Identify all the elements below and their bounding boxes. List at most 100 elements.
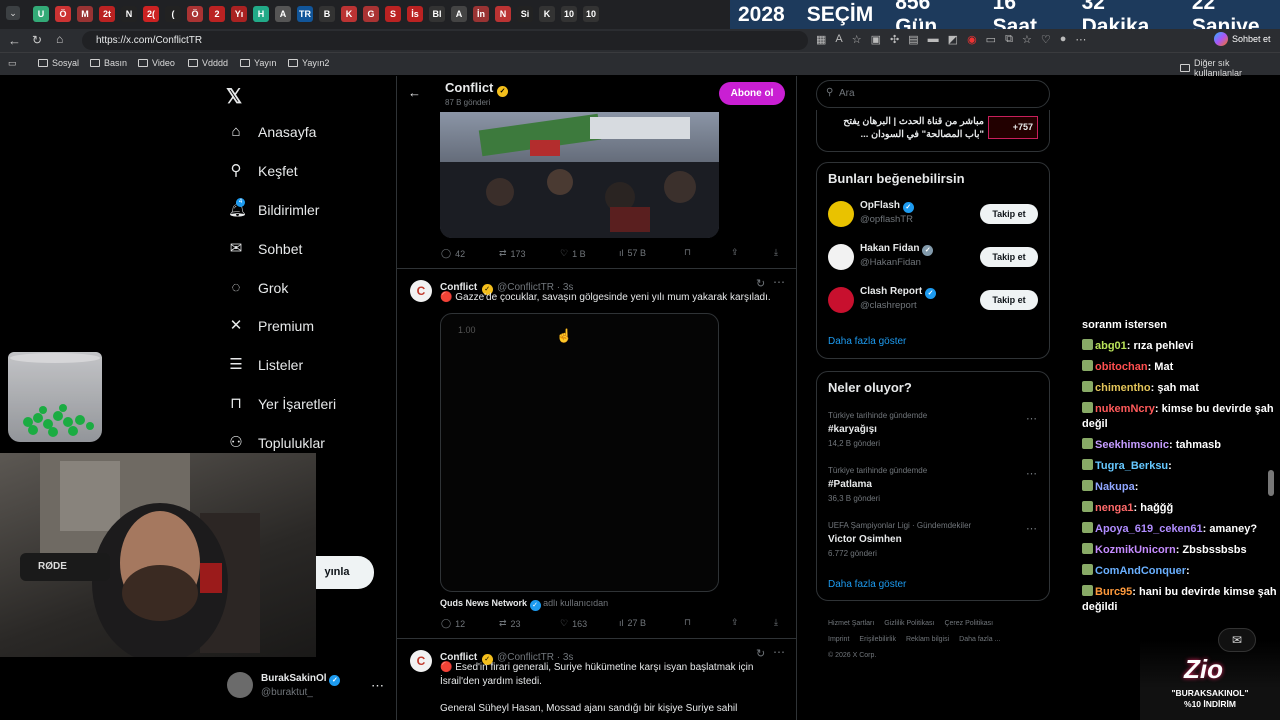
bookmark-folder[interactable]: Video: [138, 58, 175, 68]
reply-action[interactable]: ◯ 12: [441, 618, 465, 629]
other-bookmarks[interactable]: Diğer sık kullanılanlar: [1180, 58, 1280, 78]
tab-menu-icon[interactable]: ⌄: [6, 6, 20, 20]
trends-show-more-link[interactable]: Daha fazla göster: [828, 579, 906, 590]
bookmark-folder[interactable]: Basın: [90, 58, 127, 68]
nav-item-2[interactable]: ⚲ Keşfet: [228, 163, 298, 180]
tweet-video-player[interactable]: [440, 313, 719, 592]
browser-tab-favicon[interactable]: B: [319, 6, 335, 22]
like-action[interactable]: ♡ 1 B: [560, 248, 586, 259]
browser-tab-favicon[interactable]: 2(: [143, 6, 159, 22]
favorites-icon[interactable]: ☆: [1022, 33, 1032, 46]
browser-tab-favicon[interactable]: Yı: [231, 6, 247, 22]
footer-link[interactable]: Çerez Politikası: [944, 620, 993, 627]
profile-avatar-icon[interactable]: ●: [1060, 33, 1067, 46]
follow-button[interactable]: Takip et: [980, 290, 1038, 310]
browser-tab-favicon[interactable]: A: [451, 6, 467, 22]
reload-icon[interactable]: ↻: [32, 33, 42, 47]
browser-tab-favicon[interactable]: 2: [209, 6, 225, 22]
browser-tab-favicon[interactable]: 2t: [99, 6, 115, 22]
bookmark-action-icon[interactable]: ⊓: [684, 247, 691, 258]
account-avatar[interactable]: [227, 672, 253, 698]
browser-tab-favicon[interactable]: TR: [297, 6, 313, 22]
page-scrollbar[interactable]: [1268, 470, 1274, 496]
tweet-author-avatar[interactable]: C: [410, 280, 432, 302]
nav-item-6[interactable]: ✕ Premium: [228, 318, 314, 335]
suggestion-name-row[interactable]: Clash Report ✓: [860, 286, 937, 299]
browser-tab-favicon[interactable]: N: [495, 6, 511, 22]
tweet-more-icon[interactable]: ⋯: [773, 645, 785, 659]
browser-tab-favicon[interactable]: Ö: [55, 6, 71, 22]
trend-more-icon[interactable]: ⋯: [1026, 412, 1037, 425]
home-browser-icon[interactable]: ⌂: [56, 32, 63, 46]
extension-icon[interactable]: ✣: [890, 33, 899, 46]
browser-tab-favicon[interactable]: Bl: [429, 6, 445, 22]
browser-tab-favicon[interactable]: Si: [517, 6, 533, 22]
tweet-more-icon[interactable]: ⋯: [773, 275, 785, 289]
nav-item-8[interactable]: ⊓ Yer İşaretleri: [228, 396, 336, 413]
bookmark-folder[interactable]: Yayın: [240, 58, 276, 68]
subscribe-button[interactable]: Abone ol: [719, 82, 785, 105]
suggestion-name-row[interactable]: OpFlash ✓: [860, 200, 914, 213]
extension-icon[interactable]: ◩: [948, 33, 958, 46]
account-name-row[interactable]: BurakSakinOl ✓: [261, 673, 341, 686]
browser-tab-favicon[interactable]: A: [275, 6, 291, 22]
download-icon[interactable]: ⤓: [774, 617, 778, 628]
nav-item-7[interactable]: ☰ Listeler: [228, 357, 303, 374]
extension-icon[interactable]: ▬: [928, 33, 939, 46]
grok-analyze-icon[interactable]: ↻: [756, 277, 765, 290]
download-icon[interactable]: ⤓: [774, 247, 778, 258]
split-screen-icon[interactable]: ⧉: [1005, 33, 1013, 46]
share-icon[interactable]: ⇪: [731, 247, 739, 258]
nav-item-9[interactable]: ⚇ Topluluklar: [228, 435, 325, 452]
browser-tab-favicon[interactable]: U: [33, 6, 49, 22]
views-action[interactable]: ıl 57 B: [619, 248, 646, 258]
source-account-name[interactable]: Quds News Network: [440, 598, 527, 608]
trend-name[interactable]: #Patlama: [828, 479, 872, 490]
bookmark-folder[interactable]: Yayın2: [288, 58, 329, 68]
browser-tab-favicon[interactable]: G: [363, 6, 379, 22]
trend-more-icon[interactable]: ⋯: [1026, 467, 1037, 480]
trend-more-icon[interactable]: ⋯: [1026, 522, 1037, 535]
browser-tab-favicon[interactable]: S: [385, 6, 401, 22]
browser-tab-favicon[interactable]: N: [121, 6, 137, 22]
url-field[interactable]: https://x.com/ConflictTR: [82, 31, 808, 50]
grok-analyze-icon[interactable]: ↻: [756, 647, 765, 660]
views-action[interactable]: ıl 27 B: [619, 618, 646, 628]
browser-tab-favicon[interactable]: 10: [561, 6, 577, 22]
extension-icon[interactable]: ▣: [871, 33, 881, 46]
footer-link[interactable]: Gizlilik Politikası: [884, 620, 934, 627]
browser-tab-favicon[interactable]: İs: [407, 6, 423, 22]
x-logo-icon[interactable]: 𝕏: [226, 84, 242, 109]
footer-link[interactable]: Imprint: [828, 636, 849, 643]
like-action[interactable]: ♡ 163: [560, 618, 587, 629]
trend-name[interactable]: Victor Osimhen: [828, 534, 902, 545]
follow-button[interactable]: Takip et: [980, 247, 1038, 267]
browser-tab-favicon[interactable]: 10: [583, 6, 599, 22]
extension-icon[interactable]: ◉: [967, 33, 977, 46]
extension-icon[interactable]: ▦: [816, 33, 826, 46]
messages-drawer-icon[interactable]: ✉: [1218, 628, 1256, 652]
collections-icon[interactable]: ♡: [1041, 33, 1051, 46]
extension-icon[interactable]: ▤: [908, 33, 918, 46]
back-button-icon[interactable]: ←: [408, 85, 421, 100]
footer-link[interactable]: Erişilebilirlik: [859, 636, 896, 643]
more-icon[interactable]: ⋯: [1075, 33, 1086, 46]
suggestion-avatar[interactable]: [828, 244, 854, 270]
footer-link[interactable]: Reklam bilgisi: [906, 636, 949, 643]
browser-tab-favicon[interactable]: M: [77, 6, 93, 22]
share-icon[interactable]: ⇪: [731, 617, 739, 628]
search-input[interactable]: Ara: [839, 88, 855, 99]
repost-action[interactable]: ⇄ 173: [499, 248, 526, 259]
bookmark-folder[interactable]: Vdddd: [188, 58, 228, 68]
trend-name[interactable]: #karyağışı: [828, 424, 877, 435]
suggestion-name-row[interactable]: Hakan Fidan ✓: [860, 243, 934, 256]
collections-icon[interactable]: ▭: [8, 58, 17, 69]
footer-link[interactable]: Hizmet Şartları: [828, 620, 874, 627]
footer-link[interactable]: © 2026 X Corp.: [828, 652, 876, 659]
back-arrow-icon[interactable]: ←: [8, 33, 21, 48]
show-more-link[interactable]: Daha fazla göster: [828, 336, 906, 347]
tweet-author-avatar[interactable]: C: [410, 650, 432, 672]
browser-tab-favicon[interactable]: (: [165, 6, 181, 22]
account-more-icon[interactable]: ⋯: [371, 678, 384, 694]
browser-tab-favicon[interactable]: İn: [473, 6, 489, 22]
